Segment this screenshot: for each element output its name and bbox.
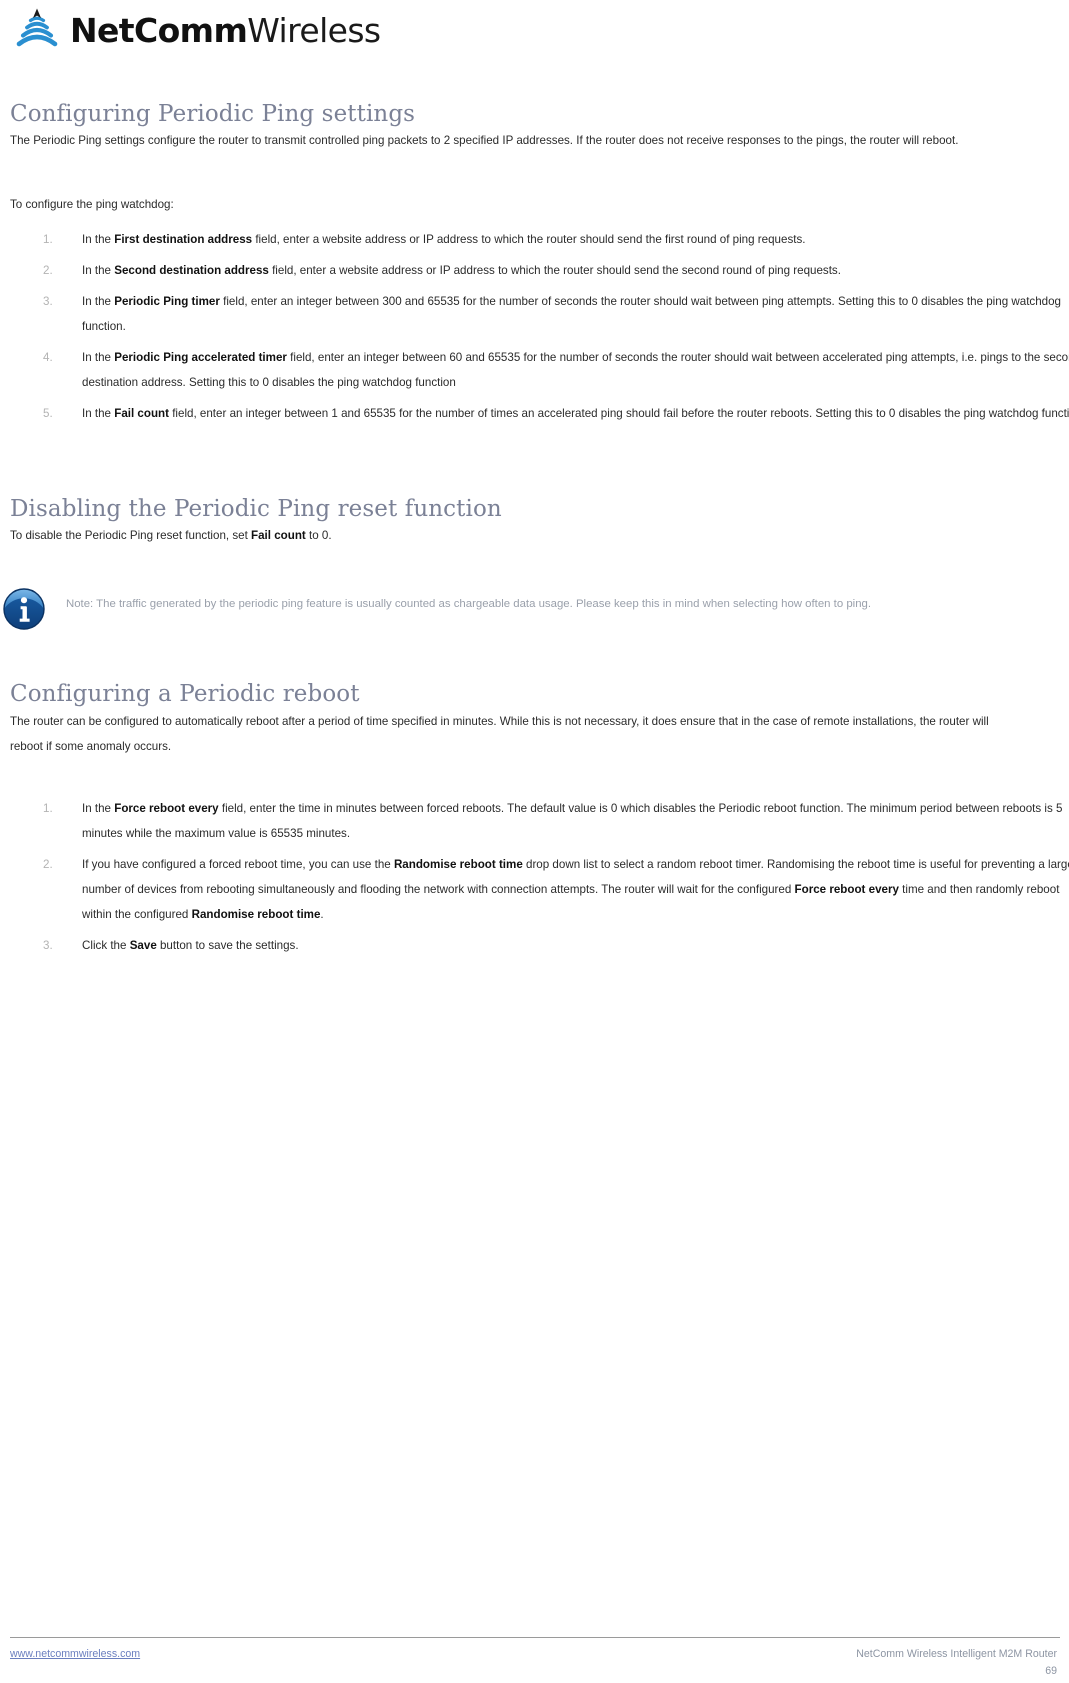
list-item: 5. In the Fail count field, enter an int… <box>0 401 1069 426</box>
list-item-number: 5. <box>43 407 53 420</box>
footer-divider <box>10 1637 1060 1638</box>
logo-wordmark: NetCommWireless <box>70 14 381 47</box>
field-label-fail-count: Fail count <box>251 529 306 542</box>
field-label-randomise-reboot-time: Randomise reboot time <box>393 858 523 871</box>
list-item-number: 3. <box>43 295 53 308</box>
ping-steps-list: 1. In the First destination address fiel… <box>0 227 1069 426</box>
heading-configuring-a-periodic-reboot: Configuring a Periodic reboot <box>10 681 360 707</box>
field-label-force-reboot-every: Force reboot every <box>114 802 219 815</box>
paragraph-ping-intro: The Periodic Ping settings configure the… <box>10 134 959 147</box>
list-item-number: 1. <box>43 233 53 246</box>
step-text-post: field, enter a website address or IP add… <box>268 264 841 277</box>
field-label-randomise-reboot-time-2: Randomise reboot time <box>191 908 321 921</box>
list-item: 1. In the First destination address fiel… <box>0 227 1069 252</box>
field-label-periodic-ping-timer: Periodic Ping timer <box>114 295 220 308</box>
field-label-periodic-ping-accelerated-timer: Periodic Ping accelerated timer <box>114 351 287 364</box>
step-text-pre: In the <box>82 407 115 420</box>
document-page: NetCommWireless Configuring Periodic Pin… <box>0 0 1069 1683</box>
step-text-post: button to save the settings. <box>156 939 299 952</box>
paragraph-ping-lead-in: To configure the ping watchdog: <box>10 198 174 211</box>
list-item-text: In the Periodic Ping accelerated timer f… <box>82 345 1069 395</box>
disabling-text-post: to 0. <box>305 529 332 542</box>
step-text-pre: If you have configured a forced reboot t… <box>82 858 394 871</box>
netcomm-wireless-logo: NetCommWireless <box>14 4 381 56</box>
button-label-save: Save <box>129 939 157 952</box>
list-item-text: In the First destination address field, … <box>82 227 1069 252</box>
step-text-pre: In the <box>82 233 115 246</box>
footer-website-link[interactable]: www.netcommwireless.com <box>10 1648 140 1660</box>
heading-configuring-periodic-ping-settings: Configuring Periodic Ping settings <box>10 101 416 127</box>
info-note-text: Note: The traffic generated by the perio… <box>66 598 872 610</box>
field-label-second-destination-address: Second destination address <box>114 264 269 277</box>
list-item-number: 3. <box>43 939 53 952</box>
list-item: 1. In the Force reboot every field, ente… <box>0 796 1069 846</box>
paragraph-disabling-body: To disable the Periodic Ping reset funct… <box>10 523 810 548</box>
field-label-first-destination-address: First destination address <box>114 233 253 246</box>
page-footer: www.netcommwireless.com NetComm Wireless… <box>0 1648 1069 1683</box>
logo-brand-netcomm: NetComm <box>70 10 248 50</box>
heading-disabling-periodic-ping-reset-function: Disabling the Periodic Ping reset functi… <box>10 496 502 522</box>
wifi-waves-icon <box>14 7 60 53</box>
footer-product-name: NetComm Wireless Intelligent M2M Router <box>856 1648 1057 1660</box>
page-header: NetCommWireless <box>0 0 1069 62</box>
list-item-number: 4. <box>43 351 53 364</box>
step-text-pre: In the <box>82 295 115 308</box>
list-item-number: 2. <box>43 858 53 871</box>
paragraph-reboot-intro: The router can be configured to automati… <box>10 715 989 753</box>
list-item: 2. If you have configured a forced reboo… <box>0 852 1069 927</box>
list-item-text: In the Force reboot every field, enter t… <box>82 796 1069 846</box>
list-item-text: In the Periodic Ping timer field, enter … <box>82 289 1069 339</box>
field-label-fail-count: Fail count <box>114 407 169 420</box>
field-label-force-reboot-every: Force reboot every <box>794 883 899 896</box>
list-item-text: In the Second destination address field,… <box>82 258 1069 283</box>
logo-brand-wireless: Wireless <box>247 10 381 50</box>
step-text-pre: Click the <box>82 939 130 952</box>
footer-page-number: 69 <box>1045 1665 1057 1677</box>
reboot-steps-list: 1. In the Force reboot every field, ente… <box>0 796 1069 958</box>
step-text-pre: In the <box>82 264 115 277</box>
step-text-post: field, enter an integer between 300 and … <box>82 295 1062 333</box>
step-text-pre: In the <box>82 351 115 364</box>
list-item-text: In the Fail count field, enter an intege… <box>82 401 1069 426</box>
disabling-text-pre: To disable the Periodic Ping reset funct… <box>10 529 252 542</box>
list-item-number: 1. <box>43 802 53 815</box>
list-item-text: If you have configured a forced reboot t… <box>82 852 1069 927</box>
step-text-pre: In the <box>82 802 115 815</box>
info-note-callout: Note: The traffic generated by the perio… <box>0 588 1000 630</box>
list-item: 3. Click the Save button to save the set… <box>0 933 1069 958</box>
step-text-post: field, enter a website address or IP add… <box>252 233 806 246</box>
list-item: 2. In the Second destination address fie… <box>0 258 1069 283</box>
list-item-number: 2. <box>43 264 53 277</box>
step-text-post-3: . <box>320 908 324 921</box>
step-text-post: field, enter the time in minutes between… <box>82 802 1063 840</box>
list-item: 4. In the Periodic Ping accelerated time… <box>0 345 1069 395</box>
info-icon <box>3 588 45 630</box>
list-item-text: Click the Save button to save the settin… <box>82 933 1069 958</box>
list-item: 3. In the Periodic Ping timer field, ent… <box>0 289 1069 339</box>
step-text-post: field, enter an integer between 1 and 65… <box>168 407 1069 420</box>
